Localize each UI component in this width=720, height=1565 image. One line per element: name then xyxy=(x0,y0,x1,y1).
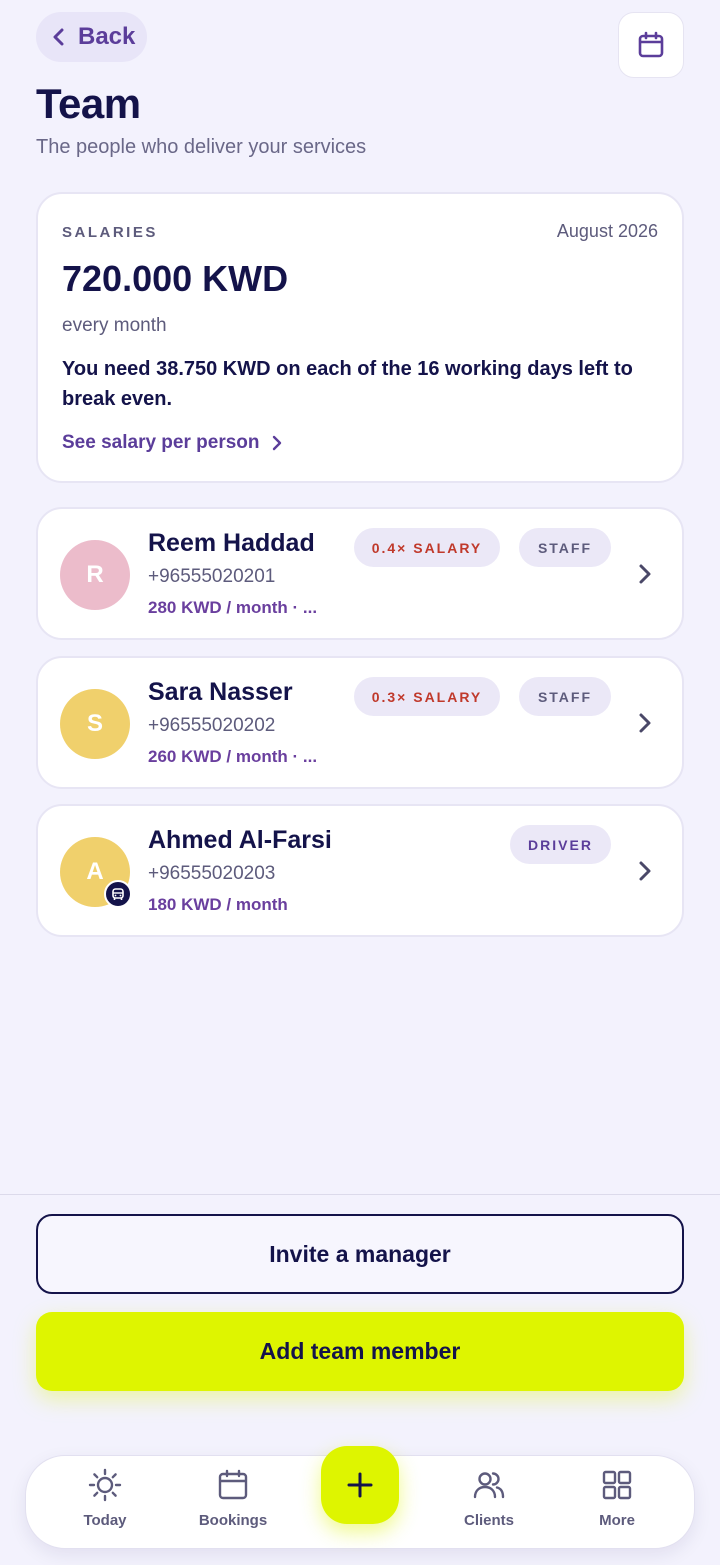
salary-month: August 2026 xyxy=(556,221,658,241)
member-phone: +96555020202 xyxy=(148,715,276,736)
chevron-right-icon xyxy=(639,861,651,881)
member-pay: 180 KWD / month xyxy=(148,895,288,914)
team-member-card[interactable]: A Ahmed Al-Farsi +96555020203 180 KWD / … xyxy=(36,804,684,937)
salary-label: SALARIES xyxy=(62,224,158,241)
nav-label: Today xyxy=(83,1512,127,1529)
salary-period: every month xyxy=(62,315,167,336)
users-icon xyxy=(473,1472,505,1499)
divider xyxy=(0,1194,720,1195)
nav-item-today[interactable]: Today xyxy=(50,1466,160,1540)
nav-item-more[interactable]: More xyxy=(562,1466,672,1540)
member-pay: 280 KWD / month · ... xyxy=(148,598,318,617)
member-name: Sara Nasser xyxy=(148,678,293,706)
team-member-card[interactable]: S Sara Nasser +96555020202 260 KWD / mon… xyxy=(36,656,684,789)
page-subtitle: The people who deliver your services xyxy=(36,136,367,158)
grid-icon xyxy=(602,1470,632,1500)
member-pay: 260 KWD / month · ... xyxy=(148,747,318,766)
role-badge: STAFF xyxy=(519,677,611,716)
nav-item-bookings[interactable]: Bookings xyxy=(178,1466,288,1540)
nav-item-clients[interactable]: Clients xyxy=(434,1466,544,1540)
calendar-icon xyxy=(218,1469,248,1500)
page-title: Team xyxy=(36,80,141,127)
chevron-right-icon xyxy=(272,435,281,451)
chevron-right-icon xyxy=(639,564,651,584)
car-icon xyxy=(112,888,124,900)
plus-icon xyxy=(347,1472,373,1498)
add-fab-button[interactable] xyxy=(321,1446,399,1524)
avatar: R xyxy=(60,540,130,610)
driver-badge xyxy=(104,880,132,908)
add-team-member-button[interactable]: Add team member xyxy=(36,1312,684,1391)
break-even-note: You need 38.750 KWD on each of the 16 wo… xyxy=(62,358,633,410)
member-name: Ahmed Al-Farsi xyxy=(148,826,332,854)
nav-label: Clients xyxy=(463,1512,514,1529)
calendar-icon xyxy=(638,31,664,58)
sun-icon xyxy=(88,1468,122,1502)
invite-manager-button[interactable]: Invite a manager xyxy=(36,1214,684,1294)
calendar-button[interactable] xyxy=(618,12,684,78)
member-name: Reem Haddad xyxy=(148,529,315,557)
team-member-card[interactable]: R Reem Haddad +96555020201 280 KWD / mon… xyxy=(36,507,684,640)
salary-card: SALARIES August 2026 720.000 KWD every m… xyxy=(36,192,684,483)
back-button[interactable]: Back xyxy=(36,12,147,62)
chevron-right-icon xyxy=(639,713,651,733)
see-salary-per-person-link[interactable]: See salary per person xyxy=(62,432,282,454)
nav-label: More xyxy=(599,1512,635,1529)
role-badge: DRIVER xyxy=(510,825,611,864)
chevron-left-icon xyxy=(53,28,64,46)
salary-ratio-badge: 0.3× SALARY xyxy=(354,677,500,716)
see-salary-label: See salary per person xyxy=(62,432,260,453)
nav-label: Bookings xyxy=(198,1512,268,1529)
member-phone: +96555020203 xyxy=(148,863,276,884)
salary-ratio-badge: 0.4× SALARY xyxy=(354,528,500,567)
role-badge: STAFF xyxy=(519,528,611,567)
member-phone: +96555020201 xyxy=(148,566,276,587)
salary-amount: 720.000 KWD xyxy=(62,258,289,299)
avatar: S xyxy=(60,689,130,759)
back-label: Back xyxy=(78,23,136,50)
